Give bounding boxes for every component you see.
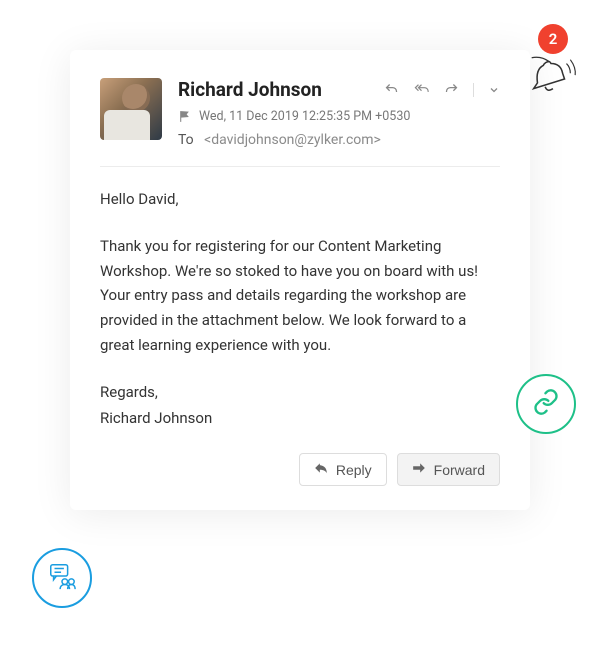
email-actions: Reply Forward	[100, 453, 500, 486]
notification-badge[interactable]: 2	[538, 24, 568, 54]
notification-count: 2	[549, 30, 558, 48]
forward-button[interactable]: Forward	[397, 453, 500, 486]
email-header: Richard Johnson	[100, 78, 500, 148]
reply-all-icon[interactable]	[413, 82, 430, 97]
to-label: To	[178, 132, 194, 148]
header-divider	[100, 166, 500, 167]
forward-icon[interactable]	[444, 82, 459, 97]
bell-icon[interactable]	[522, 50, 580, 108]
sender-block: Richard Johnson	[178, 78, 500, 148]
email-date: Wed, 11 Dec 2019 12:25:35 PM +0530	[199, 109, 410, 124]
flag-icon[interactable]	[178, 110, 191, 123]
reply-arrow-icon	[314, 461, 328, 478]
email-body: Hello David, Thank you for registering f…	[100, 187, 500, 431]
reply-label: Reply	[336, 462, 372, 478]
recipient-row: To <davidjohnson@zylker.com>	[178, 132, 500, 148]
greeting: Hello David,	[100, 187, 500, 212]
forward-arrow-icon	[412, 461, 426, 478]
header-actions	[384, 82, 500, 97]
body-text: Thank you for registering for our Conten…	[100, 234, 500, 358]
divider	[473, 83, 474, 97]
more-menu-icon[interactable]	[488, 84, 500, 96]
link-icon	[532, 388, 560, 420]
signature: Richard Johnson	[100, 406, 500, 431]
chat-action[interactable]	[32, 548, 92, 608]
forward-label: Forward	[434, 462, 485, 478]
recipient-address: <davidjohnson@zylker.com>	[204, 132, 381, 148]
email-meta: Wed, 11 Dec 2019 12:25:35 PM +0530	[178, 109, 500, 124]
closing: Regards,	[100, 380, 500, 405]
chat-people-icon	[47, 561, 77, 595]
reply-icon[interactable]	[384, 82, 399, 97]
reply-button[interactable]: Reply	[299, 453, 387, 486]
avatar	[100, 78, 162, 140]
link-action[interactable]	[516, 374, 576, 434]
email-card: Richard Johnson	[70, 50, 530, 510]
sender-name: Richard Johnson	[178, 78, 322, 101]
